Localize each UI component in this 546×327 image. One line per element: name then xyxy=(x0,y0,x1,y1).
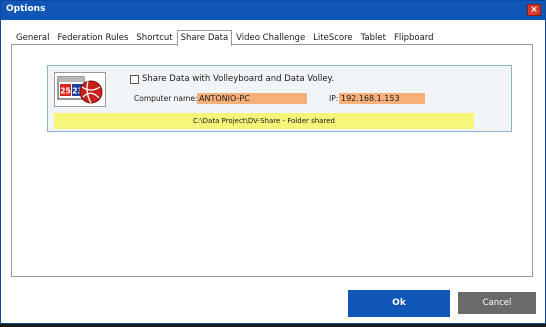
share-status-bar: C:\Data Project\DV-Share - Folder shared xyxy=(54,113,474,129)
tab-shortcut[interactable]: Shortcut xyxy=(132,30,176,45)
calendar-left-number: 25 xyxy=(60,87,70,96)
close-icon: × xyxy=(530,5,538,15)
tab-litescore[interactable]: LiteScore xyxy=(309,30,356,45)
tab-federation-rules[interactable]: Federation Rules xyxy=(54,30,133,45)
options-dialog: Options × General Federation Rules Short… xyxy=(0,0,546,324)
share-data-option[interactable]: Share Data with Volleyboard and Data Vol… xyxy=(130,74,334,84)
tab-video-challenge[interactable]: Video Challenge xyxy=(232,30,309,45)
computer-name-label: Computer name: xyxy=(134,94,198,103)
cancel-button[interactable]: Cancel xyxy=(458,292,536,314)
tab-tablet[interactable]: Tablet xyxy=(357,30,390,45)
share-data-checkbox-label: Share Data with Volleyboard and Data Vol… xyxy=(142,74,335,84)
share-data-group: 25 23 Share Data with Volleyboard and Da… xyxy=(47,65,512,132)
ok-button[interactable]: Ok xyxy=(348,290,450,317)
ip-label: IP: xyxy=(329,94,339,103)
ip-field[interactable]: 192.168.1.153 xyxy=(339,93,425,104)
computer-name-field[interactable]: ANTONIO-PC xyxy=(197,93,307,104)
tab-strip: General Federation Rules Shortcut Share … xyxy=(12,30,438,46)
title-bar[interactable]: Options × xyxy=(1,1,545,20)
tab-share-data[interactable]: Share Data xyxy=(176,30,233,46)
close-button[interactable]: × xyxy=(527,4,541,16)
logo-graphic: 25 23 xyxy=(57,76,103,104)
tab-panel-share-data: 25 23 Share Data with Volleyboard and Da… xyxy=(11,44,533,277)
tab-general[interactable]: General xyxy=(12,30,54,45)
volleyball-calendar-icon: 25 23 xyxy=(54,72,106,107)
tab-flipboard[interactable]: Flipboard xyxy=(390,30,438,45)
window-title: Options xyxy=(6,4,46,14)
share-data-checkbox[interactable] xyxy=(130,74,139,84)
